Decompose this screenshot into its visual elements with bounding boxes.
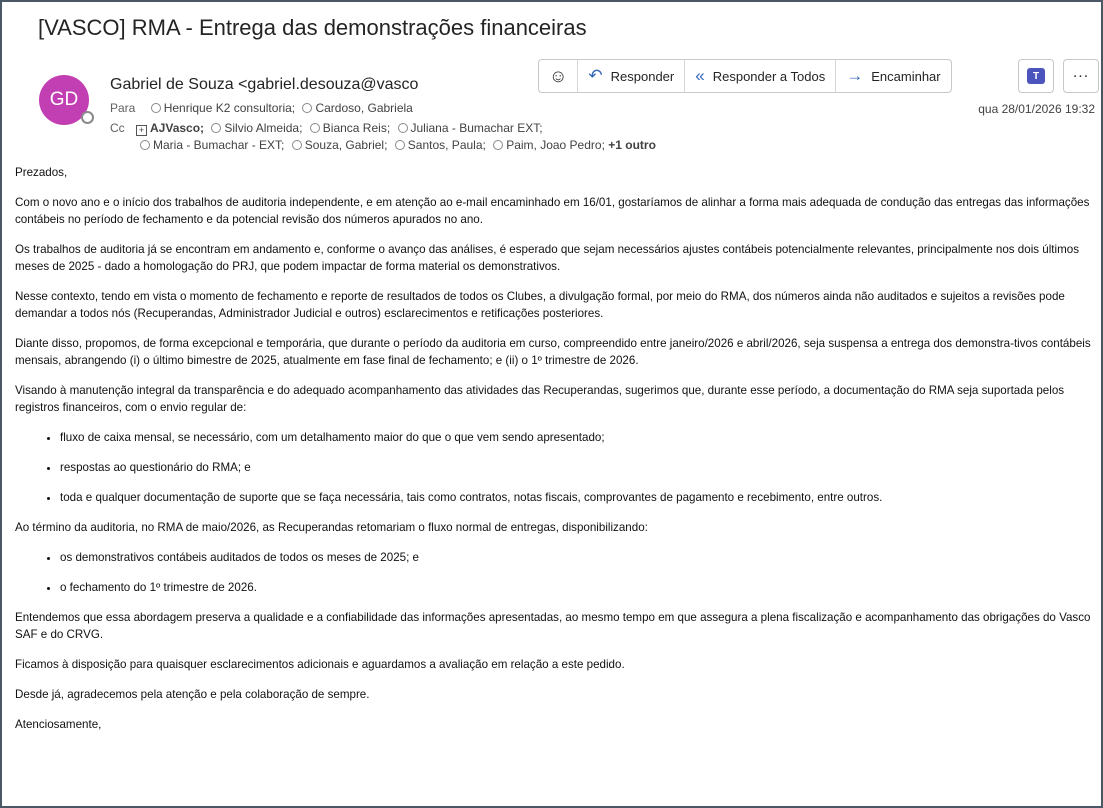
expand-group-icon[interactable]: + xyxy=(136,125,148,136)
recipient[interactable]: Cardoso, Gabriela xyxy=(298,101,413,115)
presence-icon xyxy=(394,140,405,150)
reply-toolbar: ☺ ↶ Responder «Responder a Todos → Encamin… xyxy=(538,59,952,93)
recipient[interactable]: Maria - Bumachar - EXT; xyxy=(136,138,284,152)
paragraph: Desde já, agradecemos pela atenção e pel… xyxy=(15,688,370,701)
paragraph: Com o novo ano e o início dos trabalhos … xyxy=(15,196,1090,226)
email-subject: [VASCO] RMA - Entrega das demonstrações … xyxy=(38,15,587,40)
smiley-icon: ☺ xyxy=(549,65,568,86)
recipient-group[interactable]: + AJVasco; xyxy=(136,121,204,136)
presence-icon xyxy=(291,140,302,150)
list-item: o fechamento do 1º trimestre de 2026. xyxy=(60,579,1097,596)
presence-icon xyxy=(493,140,504,150)
paragraph: Ao término da auditoria, no RMA de maio/… xyxy=(15,521,648,534)
bullet-list: os demonstrativos contábeis auditados de… xyxy=(15,549,1097,596)
list-item: fluxo de caixa mensal, se necessário, co… xyxy=(60,429,1097,446)
presence-icon xyxy=(140,140,150,150)
paragraph: Entendemos que essa abordagem preserva a… xyxy=(15,611,1091,641)
list-item: respostas ao questionário do RMA; e xyxy=(60,459,1097,476)
to-label: Para xyxy=(110,101,136,115)
reply-button[interactable]: ↶ Responder xyxy=(578,60,686,92)
paragraph: Ficamos à disposição para quaisquer escl… xyxy=(15,658,625,671)
recipient[interactable]: Souza, Gabriel; xyxy=(288,138,387,152)
paragraph: Nesse contexto, tendo em vista o momento… xyxy=(15,290,1065,320)
presence-icon xyxy=(302,103,313,113)
cc-line-2: Maria - Bumachar - EXT; Souza, Gabriel; … xyxy=(136,138,656,152)
avatar-initials: GD xyxy=(49,89,79,110)
forward-button[interactable]: → Encaminhar xyxy=(836,60,950,92)
greeting: Prezados, xyxy=(15,166,68,179)
paragraph: Visando à manutenção integral da transpa… xyxy=(15,384,1065,414)
presence-icon xyxy=(150,103,161,113)
teams-icon: T xyxy=(1027,68,1045,84)
to-line: Para Henrique K2 consultoria; Cardoso, G… xyxy=(110,101,413,115)
recipient[interactable]: Santos, Paula; xyxy=(391,138,486,152)
cc-line: Cc + AJVasco; Silvio Almeida; Bianca Reis… xyxy=(110,121,543,136)
recipient[interactable]: Juliana - Bumachar EXT; xyxy=(394,121,543,135)
list-item: os demonstrativos contábeis auditados de… xyxy=(60,549,1097,566)
email-body: Prezados, Com o novo ano e o início dos … xyxy=(15,164,1097,746)
forward-icon: → xyxy=(846,66,864,85)
recipient[interactable]: Paim, Joao Pedro; xyxy=(489,138,605,152)
paragraph: Os trabalhos de auditoria já se encontra… xyxy=(15,243,1080,273)
presence-icon xyxy=(397,123,408,133)
paragraph: Diante disso, propomos, de forma excepci… xyxy=(15,337,1091,367)
reply-icon: ↶ xyxy=(588,66,603,85)
teams-button[interactable]: T xyxy=(1018,59,1054,93)
more-icon: ... xyxy=(1072,64,1090,81)
more-recipients-link[interactable]: +1 outro xyxy=(608,138,656,152)
presence-icon xyxy=(309,123,320,133)
email-reading-pane: [VASCO] RMA - Entrega das demonstrações … xyxy=(0,0,1103,808)
reply-all-button[interactable]: «Responder a Todos xyxy=(685,60,837,92)
presence-status-icon xyxy=(81,111,94,124)
received-date: qua 28/01/2026 19:32 xyxy=(978,102,1095,116)
recipient[interactable]: Bianca Reis; xyxy=(306,121,390,135)
presence-icon xyxy=(211,123,222,133)
more-actions-button[interactable]: ... xyxy=(1063,59,1099,93)
cc-label: Cc xyxy=(110,121,125,135)
recipient[interactable]: Henrique K2 consultoria; xyxy=(147,101,295,115)
list-item: toda e qualquer documentação de suporte … xyxy=(60,489,1097,506)
sender-name[interactable]: Gabriel de Souza <gabriel.desouza@vasco xyxy=(110,76,450,94)
reactions-button[interactable]: ☺ xyxy=(539,60,579,92)
reply-all-icon: « xyxy=(695,66,705,85)
bullet-list: fluxo de caixa mensal, se necessário, co… xyxy=(15,429,1097,506)
closing: Atenciosamente, xyxy=(15,718,102,731)
recipient[interactable]: Silvio Almeida; xyxy=(207,121,302,135)
